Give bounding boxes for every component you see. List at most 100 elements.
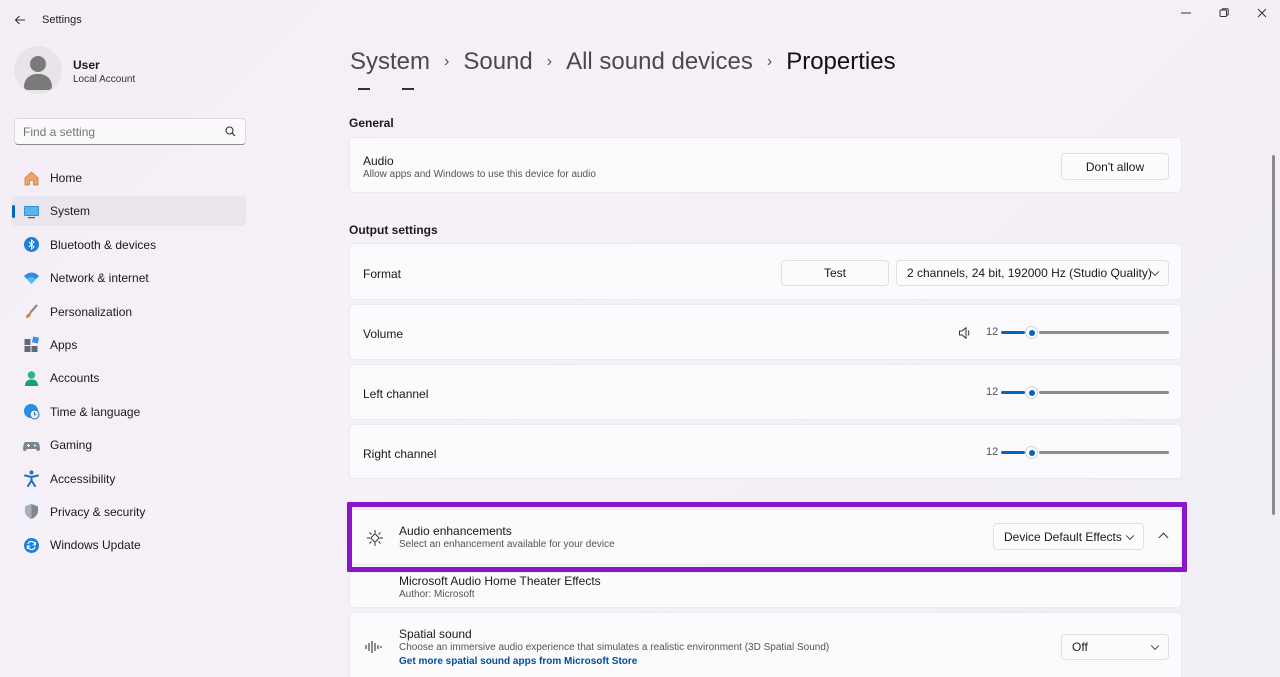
volume-slider[interactable] xyxy=(1001,326,1169,339)
search-box[interactable] xyxy=(14,118,246,145)
volume-title: Volume xyxy=(363,327,404,341)
sidebar-nav: Home System Bluetooth & devices Network … xyxy=(12,163,246,564)
sidebar-item-label: Apps xyxy=(50,337,78,352)
arrow-left-icon[interactable] xyxy=(10,10,30,30)
sidebar-item-accessibility[interactable]: Accessibility xyxy=(12,464,246,494)
active-indicator xyxy=(12,205,15,219)
section-output-heading: Output settings xyxy=(349,223,438,237)
user-profile[interactable]: User Local Account xyxy=(14,46,254,100)
sidebar-item-accounts[interactable]: Accounts xyxy=(12,363,246,393)
effect-item[interactable]: Microsoft Audio Home Theater Effects Aut… xyxy=(349,572,1182,608)
slider-track xyxy=(1039,331,1169,334)
sidebar-item-bluetooth[interactable]: Bluetooth & devices xyxy=(12,230,246,260)
home-icon xyxy=(22,169,40,187)
left-channel-slider[interactable] xyxy=(1001,386,1169,399)
sidebar-item-network[interactable]: Network & internet xyxy=(12,263,246,293)
right-channel-value: 12 xyxy=(986,446,999,458)
spatial-sound-description: Choose an immersive audio experience tha… xyxy=(399,642,830,653)
sidebar-item-gaming[interactable]: Gaming xyxy=(12,430,246,460)
chevron-right-icon: › xyxy=(766,53,773,70)
apps-icon xyxy=(22,336,40,354)
slider-track xyxy=(1039,451,1169,454)
slider-thumb[interactable] xyxy=(1025,386,1038,399)
speaker-icon[interactable] xyxy=(958,326,972,340)
search-icon xyxy=(225,126,236,137)
right-channel-title: Right channel xyxy=(363,447,437,461)
update-icon xyxy=(22,536,40,554)
accounts-icon xyxy=(22,369,40,387)
slider-fill xyxy=(1001,391,1025,394)
breadcrumb-sound[interactable]: Sound xyxy=(463,48,532,76)
sidebar-item-windows-update[interactable]: Windows Update xyxy=(12,530,246,560)
spatial-sound-icon xyxy=(365,641,382,653)
app-title: Settings xyxy=(42,14,82,26)
system-icon xyxy=(22,202,40,220)
sidebar-item-label: Accessibility xyxy=(50,471,116,486)
breadcrumb-all-sound-devices[interactable]: All sound devices xyxy=(566,48,753,76)
sidebar-item-personalization[interactable]: Personalization xyxy=(12,297,246,327)
sidebar-item-label: System xyxy=(50,204,91,219)
sidebar-item-label: Accounts xyxy=(50,371,100,386)
accessibility-icon xyxy=(22,470,40,488)
right-channel-card: Right channel 12 xyxy=(349,424,1182,479)
right-channel-slider[interactable] xyxy=(1001,446,1169,459)
effect-title: Microsoft Audio Home Theater Effects xyxy=(399,574,601,588)
sidebar-item-privacy-security[interactable]: Privacy & security xyxy=(12,497,246,527)
close-icon[interactable] xyxy=(1246,4,1278,22)
left-channel-value: 12 xyxy=(986,386,999,398)
brush-icon xyxy=(22,303,40,321)
sidebar-item-system[interactable]: System xyxy=(12,196,246,227)
chevron-down-icon xyxy=(1150,641,1160,651)
minimize-icon[interactable] xyxy=(1170,4,1202,22)
spatial-sound-title: Spatial sound xyxy=(399,627,472,641)
globe-clock-icon xyxy=(22,403,40,421)
audio-description: Allow apps and Windows to use this devic… xyxy=(363,169,596,180)
chevron-right-icon: › xyxy=(546,53,553,70)
breadcrumb-system[interactable]: System xyxy=(350,48,430,76)
spatial-sound-selected-value: Off xyxy=(1072,640,1088,654)
spatial-sound-card: Spatial sound Choose an immersive audio … xyxy=(349,612,1182,677)
format-dropdown[interactable]: 2 channels, 24 bit, 192000 Hz (Studio Qu… xyxy=(896,260,1169,286)
sidebar-item-time-language[interactable]: Time & language xyxy=(12,397,246,427)
sidebar-item-label: Personalization xyxy=(50,304,133,319)
scrolled-content-edge xyxy=(358,88,418,92)
sidebar-item-label: Home xyxy=(50,171,83,185)
left-channel-card: Left channel 12 xyxy=(349,364,1182,420)
highlight-box xyxy=(347,502,1187,572)
format-card: Format Test 2 channels, 24 bit, 192000 H… xyxy=(349,243,1182,300)
sidebar-item-label: Windows Update xyxy=(50,538,141,553)
test-button[interactable]: Test xyxy=(781,260,889,286)
sidebar-item-apps[interactable]: Apps xyxy=(12,330,246,360)
slider-fill xyxy=(1001,451,1025,454)
volume-card: Volume 12 xyxy=(349,304,1182,360)
slider-thumb[interactable] xyxy=(1025,326,1038,339)
sidebar-item-label: Privacy & security xyxy=(50,504,146,519)
chevron-down-icon xyxy=(1150,267,1160,277)
sidebar-item-label: Network & internet xyxy=(50,271,149,286)
format-title: Format xyxy=(363,267,402,281)
slider-fill xyxy=(1001,331,1025,334)
page-title: Properties xyxy=(786,48,896,75)
effect-author: Author: Microsoft xyxy=(399,589,475,600)
slider-thumb[interactable] xyxy=(1025,446,1038,459)
sidebar-item-home[interactable]: Home xyxy=(12,163,246,193)
restore-icon[interactable] xyxy=(1208,4,1240,22)
slider-track xyxy=(1039,391,1169,394)
sidebar-item-label: Time & language xyxy=(50,404,141,419)
wifi-icon xyxy=(22,269,40,287)
chevron-right-icon: › xyxy=(444,53,450,70)
dont-allow-button[interactable]: Don't allow xyxy=(1061,153,1169,180)
left-channel-title: Left channel xyxy=(363,387,429,401)
bluetooth-icon xyxy=(22,236,40,254)
search-input[interactable] xyxy=(23,125,213,139)
sidebar-item-label: Gaming xyxy=(50,438,93,453)
volume-value: 12 xyxy=(986,326,999,338)
scrollbar[interactable] xyxy=(1272,155,1275,515)
profile-name: User xyxy=(73,58,100,72)
shield-icon xyxy=(22,503,40,521)
store-link[interactable]: Get more spatial sound apps from Microso… xyxy=(399,656,637,667)
spatial-sound-dropdown[interactable]: Off xyxy=(1061,634,1169,660)
format-selected-value: 2 channels, 24 bit, 192000 Hz (Studio Qu… xyxy=(907,266,1152,280)
profile-account-type: Local Account xyxy=(73,74,136,85)
avatar xyxy=(14,46,62,94)
